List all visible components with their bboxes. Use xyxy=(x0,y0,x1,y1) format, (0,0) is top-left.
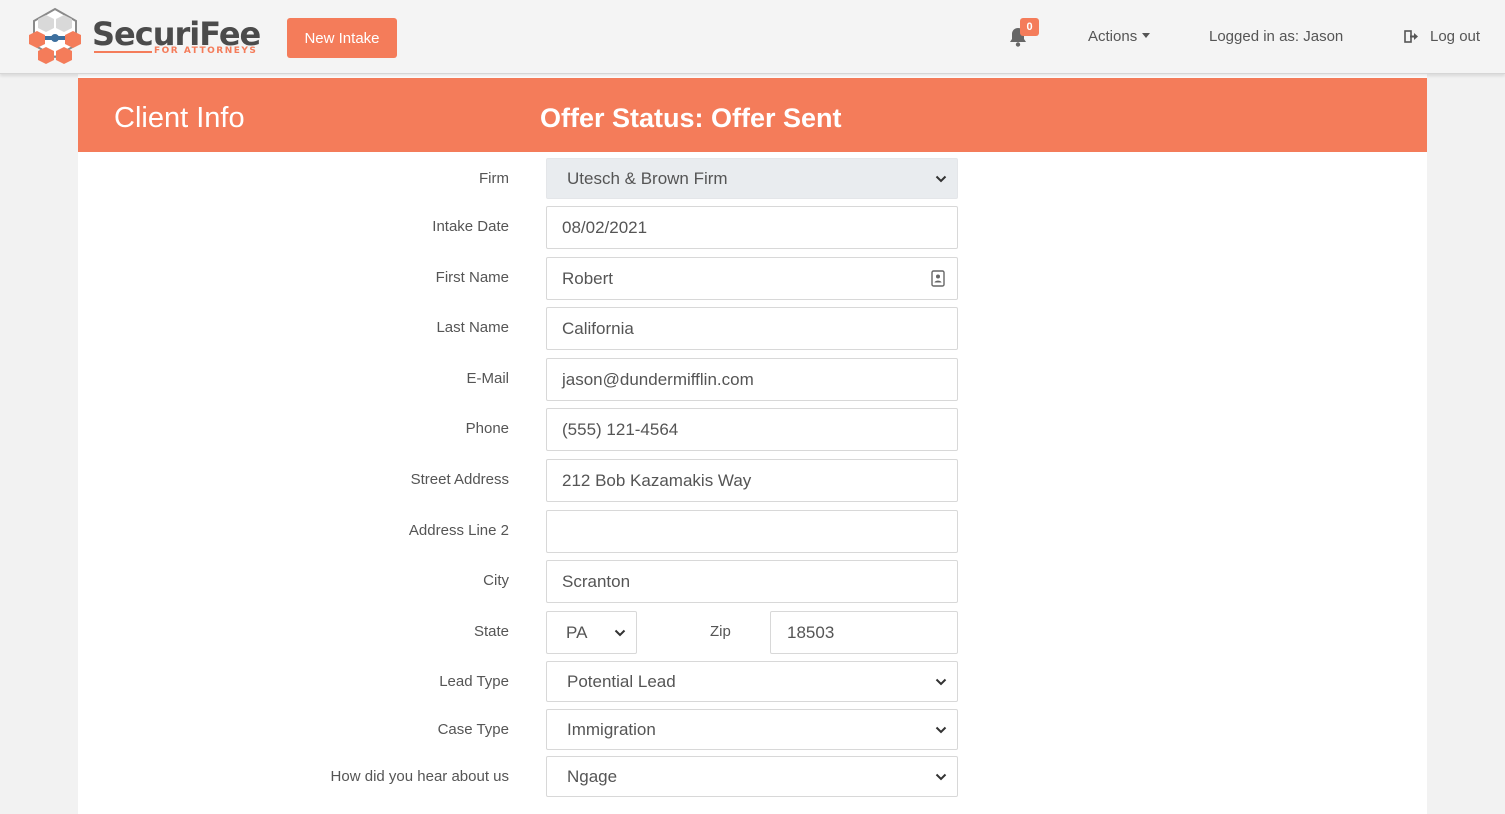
page-title: Client Info xyxy=(114,102,245,134)
email-value: jason@dundermifflin.com xyxy=(562,369,754,389)
zip-label: Zip xyxy=(710,623,731,640)
brand-logo[interactable]: SecuriFee FOR ATTORNEYS xyxy=(24,7,264,67)
city-row: City Scranton xyxy=(78,560,1427,604)
case-type-label: Case Type xyxy=(437,721,509,738)
address-line-2-row: Address Line 2 xyxy=(78,510,1427,554)
city-value: Scranton xyxy=(562,571,631,591)
referral-select[interactable]: Ngage xyxy=(546,756,958,797)
intake-date-input[interactable]: 08/02/2021 xyxy=(546,206,958,249)
zip-input[interactable]: 18503 xyxy=(770,611,958,654)
card-header: Client Info Offer Status: Offer Sent xyxy=(78,78,1427,152)
case-type-row: Case Type Immigration xyxy=(78,709,1427,753)
chevron-down-icon xyxy=(935,175,947,182)
lead-type-row: Lead Type Potential Lead xyxy=(78,661,1427,705)
referral-row: How did you hear about us Ngage xyxy=(78,756,1427,800)
state-value: PA xyxy=(566,622,588,642)
street-address-row: Street Address 212 Bob Kazamakis Way xyxy=(78,459,1427,503)
phone-row: Phone (555) 121-4564 xyxy=(78,408,1427,452)
email-field[interactable]: jason@dundermifflin.com xyxy=(546,358,958,401)
address-line-2-input[interactable] xyxy=(546,510,958,553)
logout-icon xyxy=(1404,30,1418,43)
new-intake-button[interactable]: New Intake xyxy=(287,18,397,58)
client-info-card: Client Info Offer Status: Offer Sent Fir… xyxy=(78,74,1427,814)
lead-type-label: Lead Type xyxy=(439,673,509,690)
logout-link[interactable]: Log out xyxy=(1404,28,1480,45)
state-label: State xyxy=(473,623,509,640)
lead-type-value: Potential Lead xyxy=(567,671,676,691)
brand-rule xyxy=(94,51,152,53)
firm-row: Firm Utesch & Brown Firm xyxy=(78,158,1427,202)
referral-label: How did you hear about us xyxy=(330,768,509,785)
notification-badge: 0 xyxy=(1020,18,1039,36)
street-address-label: Street Address xyxy=(410,471,509,488)
city-input[interactable]: Scranton xyxy=(546,560,958,603)
logout-label: Log out xyxy=(1430,28,1481,45)
firm-select[interactable]: Utesch & Brown Firm xyxy=(546,158,958,199)
top-navbar: SecuriFee FOR ATTORNEYS New Intake 0 Act… xyxy=(0,0,1505,74)
email-label: E-Mail xyxy=(466,370,509,387)
first-name-value: Robert xyxy=(562,268,614,288)
address-line-2-label: Address Line 2 xyxy=(408,522,509,539)
phone-label: Phone xyxy=(465,420,509,437)
intake-date-value: 08/02/2021 xyxy=(562,217,648,237)
last-name-value: California xyxy=(562,318,634,338)
logged-in-user: Logged in as: Jason xyxy=(1209,28,1344,45)
last-name-input[interactable]: California xyxy=(546,307,958,350)
last-name-row: Last Name California xyxy=(78,307,1427,351)
firm-label: Firm xyxy=(479,170,509,187)
case-type-select[interactable]: Immigration xyxy=(546,709,958,750)
chevron-down-icon xyxy=(935,678,947,685)
street-address-value: 212 Bob Kazamakis Way xyxy=(562,470,752,490)
case-type-value: Immigration xyxy=(567,719,656,739)
first-name-row: First Name Robert xyxy=(78,257,1427,301)
offer-status: Offer Status: Offer Sent xyxy=(540,103,842,133)
intake-date-row: Intake Date 08/02/2021 xyxy=(78,206,1427,250)
chevron-down-icon xyxy=(935,773,947,780)
city-label: City xyxy=(483,572,509,589)
phone-value: (555) 121-4564 xyxy=(562,419,679,439)
intake-date-label: Intake Date xyxy=(432,218,509,235)
state-select[interactable]: PA xyxy=(546,611,637,654)
email-row: E-Mail jason@dundermifflin.com xyxy=(78,358,1427,402)
last-name-label: Last Name xyxy=(436,319,509,336)
lead-type-select[interactable]: Potential Lead xyxy=(546,661,958,702)
first-name-input[interactable]: Robert xyxy=(546,257,958,300)
caret-down-icon xyxy=(1142,33,1151,38)
state-zip-row: State PA Zip 18503 xyxy=(78,611,1427,655)
contact-card-icon[interactable] xyxy=(931,270,945,287)
chevron-down-icon xyxy=(614,629,626,636)
actions-menu[interactable]: Actions xyxy=(1088,28,1151,45)
brand-tagline: FOR ATTORNEYS xyxy=(154,46,258,56)
phone-input[interactable]: (555) 121-4564 xyxy=(546,408,958,451)
zip-value: 18503 xyxy=(787,622,835,642)
chevron-down-icon xyxy=(935,726,947,733)
street-address-input[interactable]: 212 Bob Kazamakis Way xyxy=(546,459,958,502)
hexagon-logo-icon xyxy=(29,7,81,64)
firm-value: Utesch & Brown Firm xyxy=(567,168,728,188)
actions-menu-label: Actions xyxy=(1088,28,1138,45)
referral-value: Ngage xyxy=(567,766,618,786)
first-name-label: First Name xyxy=(435,269,509,286)
